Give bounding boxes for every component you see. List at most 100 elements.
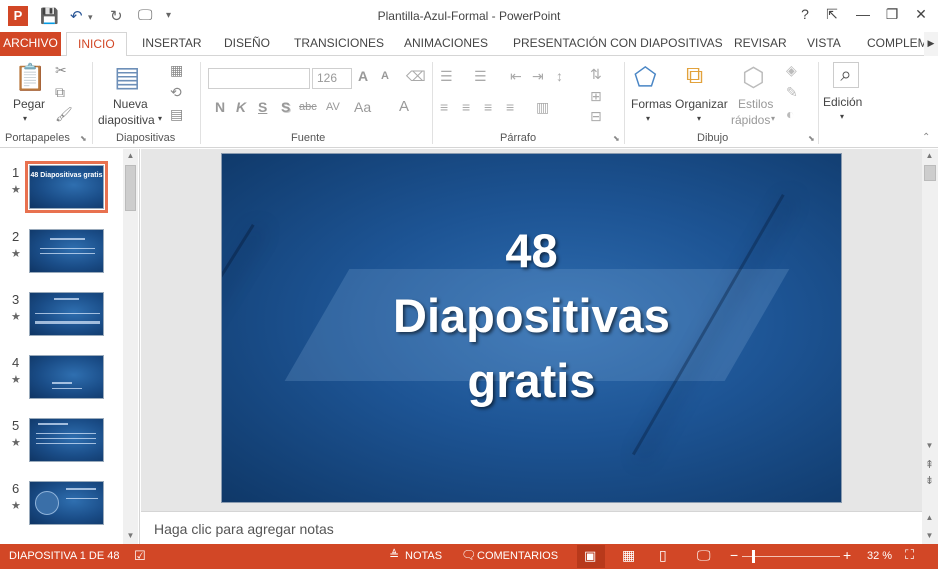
tab-review[interactable]: REVISAR (734, 32, 787, 56)
slide-thumbnail-3[interactable] (29, 292, 104, 336)
shape-effects-icon[interactable]: ◐ (786, 106, 794, 122)
clear-formatting-icon[interactable]: ⌫ (406, 68, 426, 85)
smartart-icon[interactable]: ⊟ (590, 108, 602, 125)
comments-icon[interactable]: 🗨 (461, 548, 476, 562)
paste-dropdown-icon[interactable]: ▾ (23, 114, 27, 123)
shapes-label[interactable]: Formas (631, 97, 672, 111)
notes-button[interactable]: NOTAS (405, 550, 442, 562)
underline-button[interactable]: S (258, 99, 267, 115)
shapes-icon[interactable]: ⬠ (634, 62, 657, 93)
ribbon-display-options-button[interactable]: ⇱ (821, 6, 843, 23)
cut-icon[interactable]: ✂ (55, 62, 67, 79)
tab-view[interactable]: VISTA (807, 32, 841, 56)
slide-thumbnail-4[interactable] (29, 355, 104, 399)
current-slide[interactable]: 48 Diapositivas gratis (221, 153, 842, 503)
new-slide-dropdown-icon[interactable]: ▾ (158, 114, 162, 123)
change-case-button[interactable]: Aa (354, 99, 371, 115)
zoom-slider-thumb[interactable] (752, 550, 755, 563)
binoculars-icon[interactable]: ⌕ (833, 62, 859, 88)
scroll-down-icon[interactable]: ▼ (922, 531, 937, 540)
fit-to-window-icon[interactable]: ⛶ (905, 547, 914, 563)
slide-scroll-thumb[interactable] (924, 165, 936, 181)
align-left-icon[interactable]: ≡ (440, 99, 448, 115)
undo-dropdown-icon[interactable]: ▾ (88, 12, 93, 23)
quick-styles-label-1[interactable]: Estilos (738, 97, 773, 111)
slide-thumbnail-1[interactable]: 48 Diapositivas gratis (25, 161, 108, 213)
undo-icon[interactable]: ↶ (70, 7, 83, 25)
scroll-down-icon[interactable]: ▼ (123, 531, 138, 540)
strikethrough-button[interactable]: abc (299, 101, 317, 113)
zoom-slider-track[interactable] (742, 556, 840, 557)
notes-placeholder[interactable]: Haga clic para agregar notas (154, 521, 334, 537)
tabs-scroll-right-icon[interactable]: ▶ (924, 32, 938, 56)
slide-thumbnail-2[interactable] (29, 229, 104, 273)
tab-file[interactable]: ARCHIVO (0, 32, 61, 56)
slide-thumbnail-5[interactable] (29, 418, 104, 462)
tab-addins[interactable]: COMPLEM (867, 32, 928, 56)
editing-label[interactable]: Edición (823, 95, 862, 109)
tab-slideshow[interactable]: PRESENTACIÓN CON DIAPOSITIVAS (513, 32, 723, 56)
thumbnail-item[interactable]: 4 ★ (0, 355, 122, 405)
shadow-button[interactable]: S (281, 99, 290, 115)
new-slide-label-1[interactable]: Nueva (113, 97, 148, 111)
slide-scrollbar[interactable]: ▲ ▼ ⇞ ⇟ (922, 149, 938, 511)
zoom-out-icon[interactable]: − (730, 547, 738, 563)
scroll-up-icon[interactable]: ▲ (922, 513, 937, 522)
next-slide-icon[interactable]: ⇟ (922, 474, 937, 487)
spell-check-icon[interactable]: ☑ (134, 548, 146, 564)
thumbnail-item[interactable]: 3 ★ (0, 292, 122, 342)
tab-home[interactable]: INICIO (66, 32, 127, 57)
layout-icon[interactable]: ▦ (170, 62, 183, 79)
arrange-icon[interactable]: ⧉ (686, 62, 703, 90)
align-center-icon[interactable]: ≡ (462, 99, 470, 115)
copy-icon[interactable]: ⧉ (55, 84, 65, 101)
redo-icon[interactable]: ↻ (110, 7, 123, 25)
thumbnail-item[interactable]: 5 ★ (0, 418, 122, 468)
maximize-button[interactable]: ❐ (881, 6, 903, 23)
quick-styles-dropdown-icon[interactable]: ▾ (771, 114, 775, 123)
tab-insert[interactable]: INSERTAR (142, 32, 202, 56)
clipboard-launcher-icon[interactable]: ⬊ (80, 134, 87, 143)
notes-icon[interactable]: ≜ (389, 548, 399, 562)
zoom-in-icon[interactable]: + (843, 547, 851, 563)
font-color-button[interactable]: A (399, 98, 409, 115)
paste-button-label[interactable]: Pegar (13, 97, 45, 111)
columns-icon[interactable]: ▥ (536, 99, 549, 116)
format-painter-icon[interactable]: 🖌 (55, 106, 73, 123)
editing-dropdown-icon[interactable]: ▾ (840, 112, 844, 121)
font-name-field[interactable] (208, 68, 310, 89)
grow-font-icon[interactable]: A (358, 68, 368, 84)
decrease-indent-icon[interactable]: ⇤ (510, 68, 522, 85)
customize-qat-icon[interactable]: ▾ (166, 10, 171, 21)
scroll-up-icon[interactable]: ▲ (123, 151, 138, 160)
tab-transitions[interactable]: TRANSICIONES (294, 32, 384, 56)
align-text-icon[interactable]: ⊞ (590, 88, 602, 105)
line-spacing-icon[interactable]: ↕ (556, 68, 563, 84)
thumbnail-item[interactable]: 1 ★ 48 Diapositivas gratis (0, 161, 122, 215)
quick-styles-icon[interactable]: ⬡ (742, 62, 765, 93)
paste-icon[interactable]: 📋 (14, 62, 46, 93)
increase-indent-icon[interactable]: ⇥ (532, 68, 544, 85)
zoom-level[interactable]: 32 % (867, 550, 892, 562)
tab-animations[interactable]: ANIMACIONES (404, 32, 488, 56)
thumbnail-scroll-thumb[interactable] (125, 165, 136, 211)
thumbnail-item[interactable]: 6 ★ (0, 481, 122, 531)
scroll-down-icon[interactable]: ▼ (922, 441, 937, 450)
shapes-dropdown-icon[interactable]: ▾ (646, 114, 650, 123)
scroll-up-icon[interactable]: ▲ (922, 151, 937, 160)
notes-scrollbar[interactable]: ▲ ▼ (922, 511, 938, 544)
slide-title[interactable]: 48 Diapositivas gratis (222, 218, 841, 413)
italic-button[interactable]: K (236, 99, 246, 115)
slide-sorter-icon[interactable]: ▦ (622, 547, 635, 564)
bullets-icon[interactable]: ☰ (440, 68, 453, 85)
align-right-icon[interactable]: ≡ (484, 99, 492, 115)
reading-view-icon[interactable]: ▯ (659, 547, 667, 564)
bold-button[interactable]: N (215, 99, 225, 115)
comments-button[interactable]: COMENTARIOS (477, 550, 558, 562)
notes-pane[interactable]: Haga clic para agregar notas (141, 511, 922, 544)
slide-thumbnail-6[interactable] (29, 481, 104, 525)
quick-styles-label-2[interactable]: rápidos (731, 113, 770, 127)
paragraph-launcher-icon[interactable]: ⬊ (613, 134, 620, 143)
slideshow-view-icon[interactable]: 🖵 (697, 547, 711, 564)
reset-icon[interactable]: ⟲ (170, 84, 182, 101)
